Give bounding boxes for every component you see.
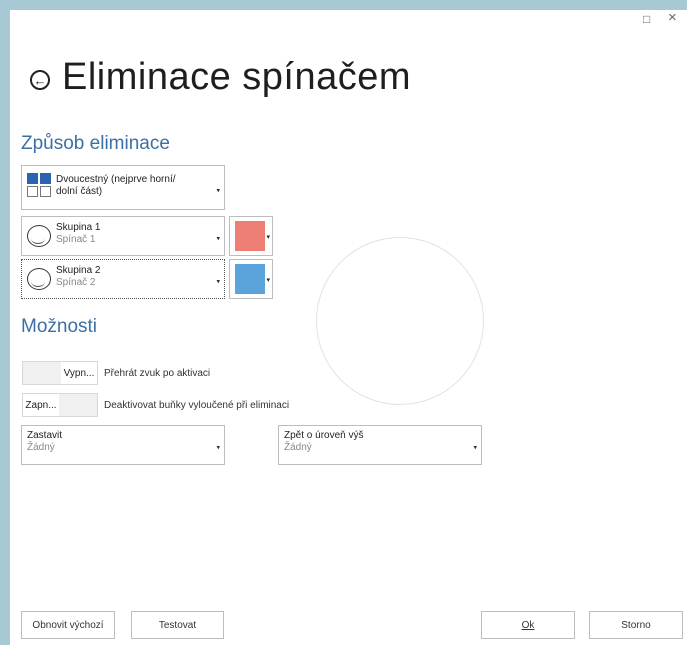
stop-select[interactable]: Zastavit Žádný ▾ [21,425,225,465]
reset-defaults-button[interactable]: Obnovit výchozí [21,611,115,639]
page-title: Eliminace spínačem [62,55,412,98]
elimination-method-select[interactable]: Dvoucestný (nejprve horní/ dolní část) ▾ [21,165,225,210]
dialog-window: □ × ← Eliminace spínačem Způsob eliminac… [10,9,687,645]
preview-circle [316,237,484,405]
method-label-line2: dolní část) [56,186,103,197]
section-elimination-method: Způsob eliminace [21,133,170,154]
chevron-down-icon: ▾ [266,277,270,284]
group1-select[interactable]: Skupina 1 Spínač 1 ▾ [21,216,225,256]
maximize-icon[interactable]: □ [643,12,650,26]
test-button[interactable]: Testovat [131,611,224,639]
group2-select[interactable]: Skupina 2 Spínač 2 ▾ [21,259,225,299]
group1-color-swatch [235,221,265,251]
switch-icon [27,225,51,247]
cancel-button[interactable]: Storno [589,611,683,639]
chevron-down-icon: ▾ [216,186,220,194]
sound-toggle-state: Vypn... [63,367,95,379]
stop-value: Žádný [27,442,55,453]
two-way-layout-icon [27,173,51,197]
close-icon[interactable]: × [668,9,677,26]
group2-name: Skupina 2 [56,265,101,276]
stop-title: Zastavit [27,430,63,441]
group1-name: Skupina 1 [56,222,101,233]
chevron-down-icon: ▾ [473,444,477,452]
chevron-down-icon: ▾ [266,234,270,241]
deactivate-option-label: Deaktivovat buňky vyloučené při eliminac… [104,399,290,411]
group2-color-picker[interactable]: ▾ [229,259,273,299]
up-level-value: Žádný [284,442,312,453]
deactivate-toggle-state: Zapn... [25,399,57,411]
ok-button[interactable]: Ok [481,611,575,639]
sound-toggle[interactable]: Vypn... [22,361,98,385]
chevron-down-icon: ▾ [216,235,220,243]
group2-color-swatch [235,264,265,294]
sound-option-label: Přehrát zvuk po aktivaci [104,367,211,379]
deactivate-option-row: Zapn... Deaktivovat buňky vyloučené při … [22,393,289,417]
method-label-line1: Dvoucestný (nejprve horní/ [56,174,176,185]
section-options: Možnosti [21,316,98,337]
chevron-down-icon: ▾ [216,444,220,452]
chevron-down-icon: ▾ [216,278,220,286]
deactivate-toggle[interactable]: Zapn... [22,393,98,417]
switch-icon [27,268,51,290]
sound-option-row: Vypn... Přehrát zvuk po aktivaci [22,361,210,385]
up-level-select[interactable]: Zpět o úroveň výš Žádný ▾ [278,425,482,465]
group1-color-picker[interactable]: ▾ [229,216,273,256]
group1-switch: Spínač 1 [56,234,96,245]
page-header: ← Eliminace spínačem [30,47,411,107]
back-arrow-icon[interactable]: ← [30,70,50,90]
group2-switch: Spínač 2 [56,277,96,288]
up-level-title: Zpět o úroveň výš [284,430,364,441]
